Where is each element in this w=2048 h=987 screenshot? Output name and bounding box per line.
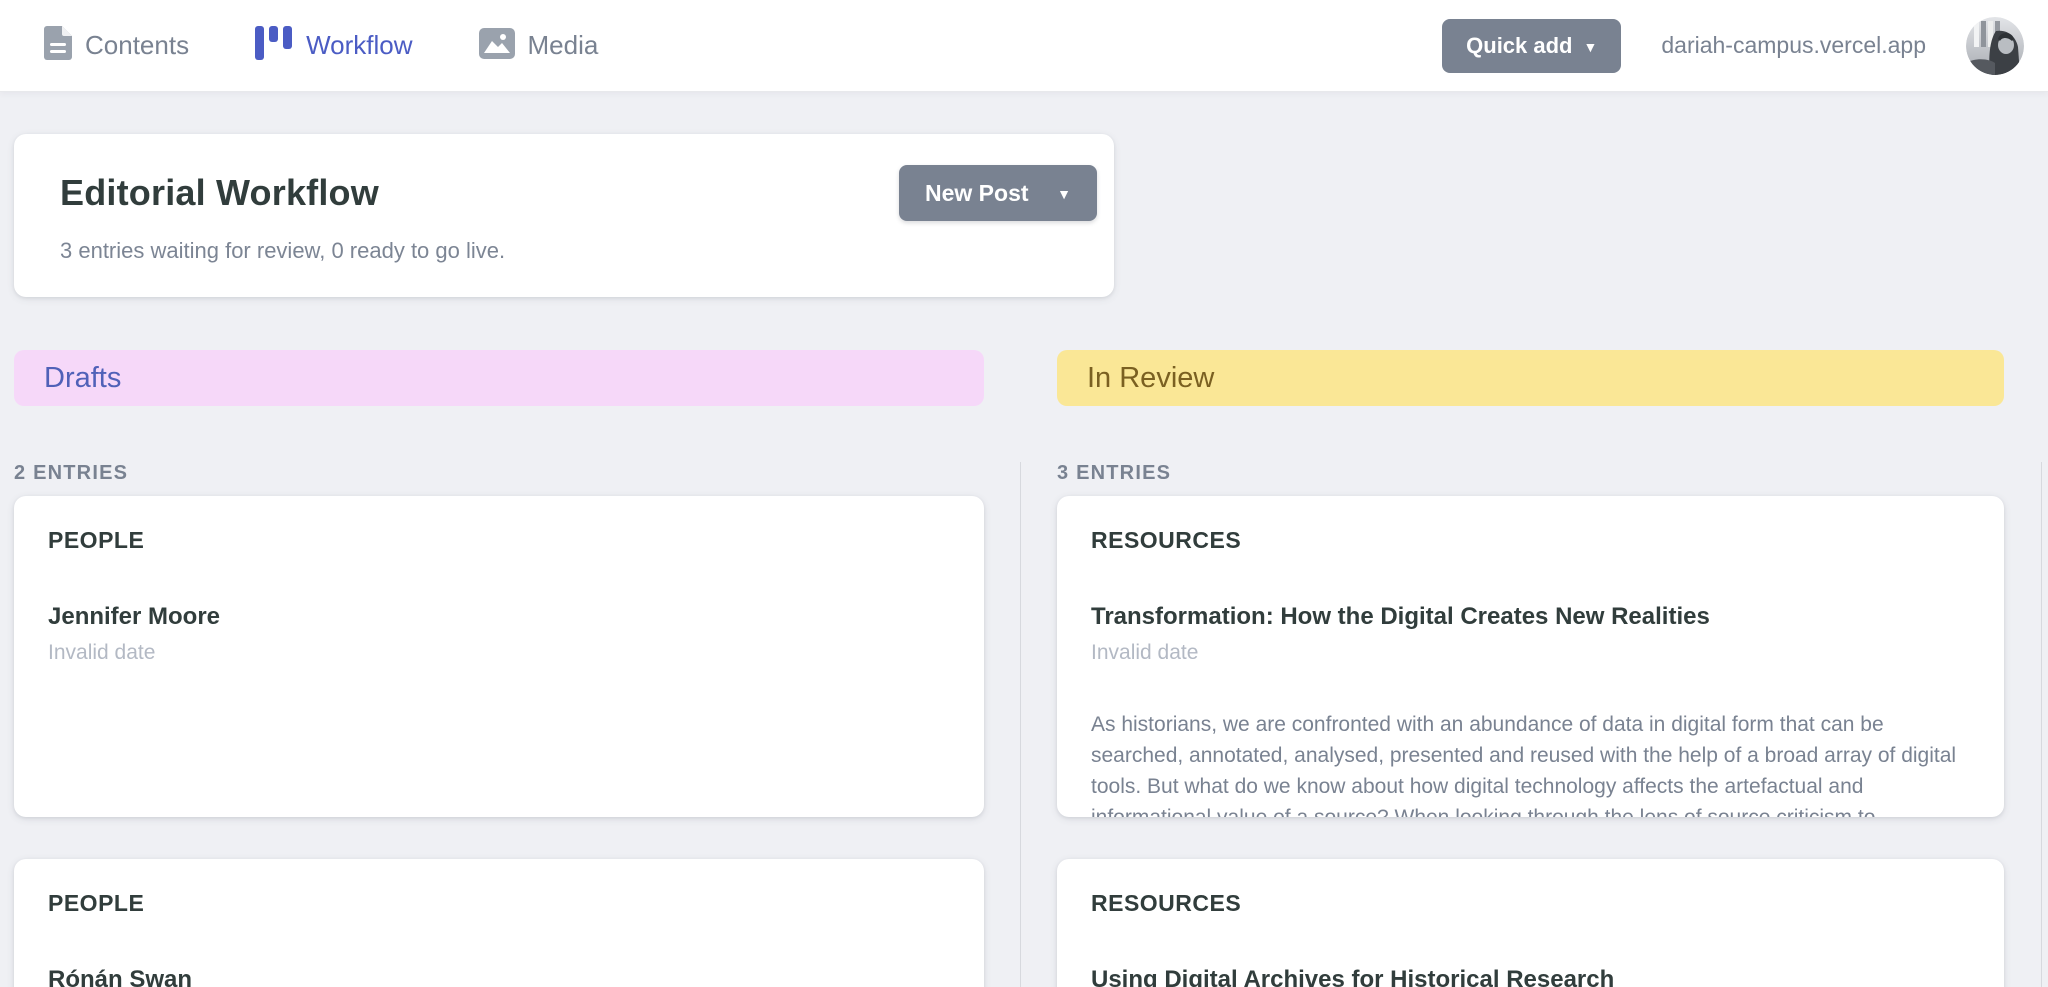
editorial-workflow-page: Contents Workflow	[0, 0, 2048, 987]
workflow-board: Drafts 2 ENTRIES PEOPLE Jennifer Moore I…	[0, 350, 2048, 987]
card-title: Rónán Swan	[48, 965, 948, 987]
quick-add-label: Quick add	[1466, 33, 1572, 59]
quick-add-button[interactable]: Quick add ▼	[1442, 19, 1621, 73]
card-excerpt: As historians, we are confronted with an…	[1091, 709, 1968, 817]
top-navigation-bar: Contents Workflow	[0, 0, 2048, 92]
workflow-column-drafts: Drafts 2 ENTRIES PEOPLE Jennifer Moore I…	[0, 350, 1020, 987]
tab-media[interactable]: Media	[479, 28, 599, 64]
card-collection-label: RESOURCES	[1091, 526, 1968, 554]
caret-down-icon: ▼	[1584, 40, 1598, 54]
card-collection-label: PEOPLE	[48, 526, 948, 554]
in-review-card-list: RESOURCES Transformation: How the Digita…	[1057, 496, 2004, 987]
caret-down-icon: ▼	[1057, 187, 1071, 201]
topbar-right-group: Quick add ▼ dariah-campus.vercel.app	[1442, 17, 2024, 75]
card-date: Invalid date	[1091, 641, 1968, 665]
tab-workflow[interactable]: Workflow	[255, 26, 412, 65]
tab-contents[interactable]: Contents	[44, 26, 189, 65]
workflow-kanban-icon	[255, 26, 293, 65]
card-title: Jennifer Moore	[48, 602, 948, 632]
in-review-entries-count: 3 ENTRIES	[1057, 461, 2004, 485]
site-url-link[interactable]: dariah-campus.vercel.app	[1661, 32, 1926, 59]
tab-media-label: Media	[528, 30, 599, 61]
new-post-label: New Post	[925, 180, 1029, 207]
workflow-card[interactable]: RESOURCES Transformation: How the Digita…	[1057, 496, 2004, 817]
column-divider	[1020, 462, 1021, 987]
workflow-card[interactable]: PEOPLE Jennifer Moore Invalid date	[14, 496, 984, 817]
workflow-card[interactable]: RESOURCES Using Digital Archives for His…	[1057, 859, 2004, 987]
new-post-button[interactable]: New Post ▼	[899, 165, 1097, 221]
tab-workflow-label: Workflow	[306, 30, 412, 61]
workflow-column-in-review: In Review 3 ENTRIES RESOURCES Transforma…	[1020, 350, 2040, 987]
workflow-summary: 3 entries waiting for review, 0 ready to…	[60, 238, 1068, 264]
column-divider	[2041, 462, 2042, 987]
drafts-entries-count: 2 ENTRIES	[14, 461, 984, 485]
card-title: Transformation: How the Digital Creates …	[1091, 602, 1968, 632]
document-icon	[44, 26, 72, 65]
card-title: Using Digital Archives for Historical Re…	[1091, 965, 1968, 987]
tab-contents-label: Contents	[85, 30, 189, 61]
card-collection-label: PEOPLE	[48, 889, 948, 917]
workflow-card[interactable]: PEOPLE Rónán Swan	[14, 859, 984, 987]
card-collection-label: RESOURCES	[1091, 889, 1968, 917]
card-date: Invalid date	[48, 641, 948, 665]
in-review-column-header: In Review	[1057, 350, 2004, 406]
workflow-header-card: Editorial Workflow 3 entries waiting for…	[14, 134, 1114, 297]
main-nav: Contents Workflow	[44, 26, 598, 65]
user-avatar[interactable]	[1966, 17, 2024, 75]
drafts-card-list: PEOPLE Jennifer Moore Invalid date PEOPL…	[14, 496, 984, 987]
media-image-icon	[479, 28, 515, 64]
drafts-column-header: Drafts	[14, 350, 984, 406]
